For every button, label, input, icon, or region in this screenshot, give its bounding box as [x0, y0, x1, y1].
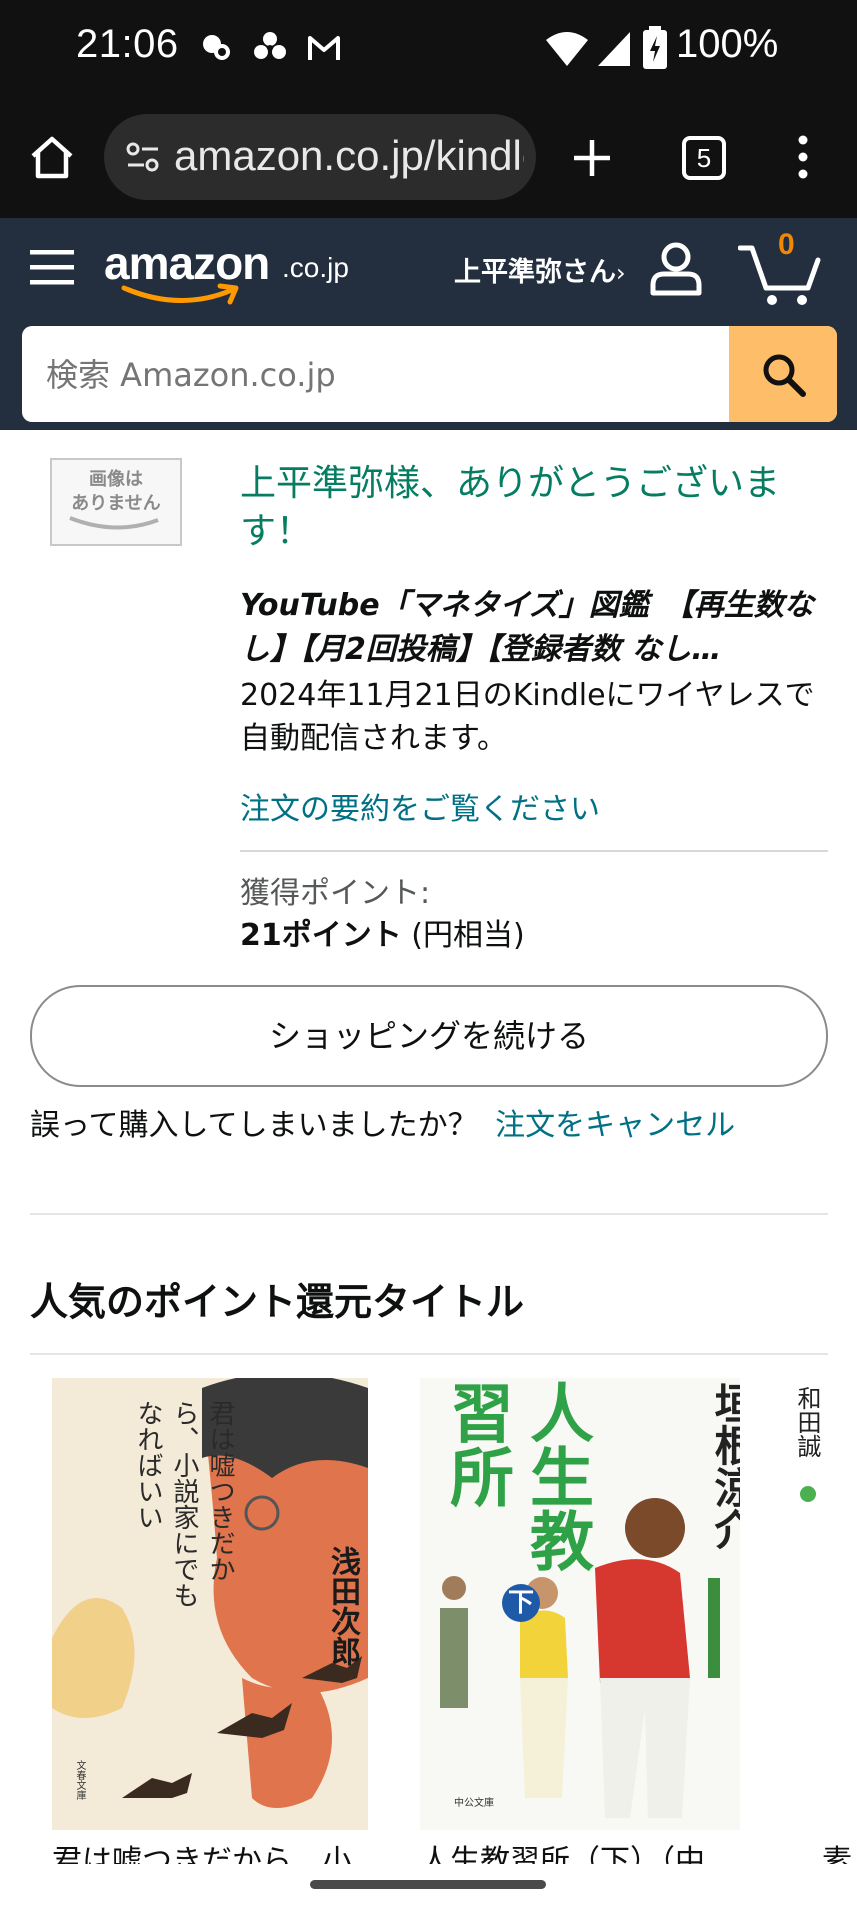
account-greeting[interactable]: 上平準弥さん› — [454, 250, 626, 289]
home-icon[interactable] — [28, 134, 76, 180]
battery-percent: 100% — [676, 22, 779, 66]
book-card[interactable]: 君は嘘つきだから、小説家にでもなればいい 浅田次郎 文春文庫 — [52, 1378, 368, 1830]
new-tab-icon[interactable] — [570, 136, 614, 180]
cart-button[interactable]: 0 — [738, 228, 822, 306]
tab-switcher-button[interactable]: 5 — [682, 136, 726, 180]
placeholder-smile-icon — [69, 516, 159, 530]
account-icon[interactable] — [648, 240, 704, 296]
cancel-order-row: 誤って購入してしまいましたか？ 注文をキャンセル — [30, 1104, 735, 1148]
delivery-info: 2024年11月21日のKindleにワイヤレスで自動配信されます。 — [240, 678, 815, 756]
mistake-text: 誤って購入してしまいましたか？ — [30, 1108, 478, 1143]
gesture-nav-handle[interactable] — [310, 1880, 546, 1889]
book-caption[interactable]: 素 — [822, 1836, 857, 1864]
cover-publisher: 中公文庫 — [454, 1798, 494, 1809]
book-caption[interactable]: 人生教習所（下）（中 — [420, 1836, 760, 1864]
site-settings-icon[interactable] — [124, 138, 162, 176]
more-menu-icon[interactable] — [796, 134, 810, 180]
book-carousel[interactable]: 君は嘘つきだから、小説家にでもなればいい 浅田次郎 文春文庫 人生教習所 下 垣… — [0, 1374, 857, 1864]
book-title[interactable]: YouTube「マネタイズ」図鑑 【再生数なし】【月2回投稿】【登録者数 なし… — [240, 584, 834, 672]
battery-icon — [643, 26, 667, 69]
points-value: 21ポイント — [240, 918, 402, 953]
thank-you-message: 上平準弥様、ありがとうございます！ — [240, 463, 781, 552]
chevron-right-icon: › — [616, 259, 626, 287]
volume-badge: 下 — [502, 1584, 540, 1622]
search-input[interactable] — [44, 326, 728, 422]
status-bar: 21:06 100% — [0, 0, 857, 100]
popular-titles-heading: 人気のポイント還元タイトル — [30, 1280, 525, 1324]
continue-shopping-button[interactable]: ショッピングを続ける — [30, 985, 828, 1087]
points-label: 獲得ポイント: — [240, 876, 431, 911]
search-icon — [763, 354, 806, 397]
wifi-icon — [546, 32, 588, 66]
smile-arrow-icon — [121, 283, 239, 305]
search-field[interactable] — [22, 326, 837, 422]
heading-divider — [30, 1353, 828, 1355]
section-divider — [30, 1213, 828, 1215]
hamburger-menu-icon[interactable] — [30, 248, 74, 286]
order-summary-link[interactable]: 注文の要約をご覧ください — [240, 788, 600, 832]
points-suffix: (円相当) — [411, 918, 525, 953]
cancel-order-link[interactable]: 注文をキャンセル — [495, 1108, 735, 1143]
cover-author: 浅田次郎 — [325, 1546, 360, 1666]
no-image-placeholder: 画像は ありません — [50, 458, 182, 546]
cover-title: 人生教習所 — [439, 1380, 593, 1572]
no-image-text: 画像は ありません — [71, 469, 161, 514]
fan-icon — [254, 32, 286, 59]
cell-signal-icon — [598, 32, 630, 66]
divider — [240, 850, 828, 852]
url-text: amazon.co.jp/kindle — [174, 132, 524, 179]
book-card[interactable]: 人生教習所 下 垣根涼介 中公文庫 — [420, 1378, 740, 1830]
amazon-logo[interactable]: amazon .co.jp — [104, 236, 364, 306]
book-card[interactable]: 和田誠 — [786, 1378, 857, 1830]
account-name: 上平準弥さん — [454, 257, 616, 288]
cover-title: 君は嘘つきだから、小説家にでもなればいい — [133, 1400, 235, 1608]
address-bar[interactable]: amazon.co.jp/kindle — [104, 114, 536, 200]
book-caption[interactable]: 君は嘘つきだから、小 — [52, 1836, 382, 1864]
cart-count: 0 — [778, 228, 795, 261]
cover-publisher: 文春文庫 — [74, 1760, 85, 1800]
logo-domain: .co.jp — [282, 252, 349, 283]
status-time: 21:06 — [76, 22, 179, 66]
cover-dot — [800, 1486, 816, 1502]
weather-icon — [203, 35, 230, 60]
search-button[interactable] — [729, 326, 837, 422]
gmail-icon — [308, 36, 340, 60]
points-earned: 21ポイント (円相当) — [240, 914, 525, 958]
cover-author: 和田誠 — [793, 1386, 821, 1458]
cover-author: 垣根涼介 — [708, 1382, 740, 1550]
